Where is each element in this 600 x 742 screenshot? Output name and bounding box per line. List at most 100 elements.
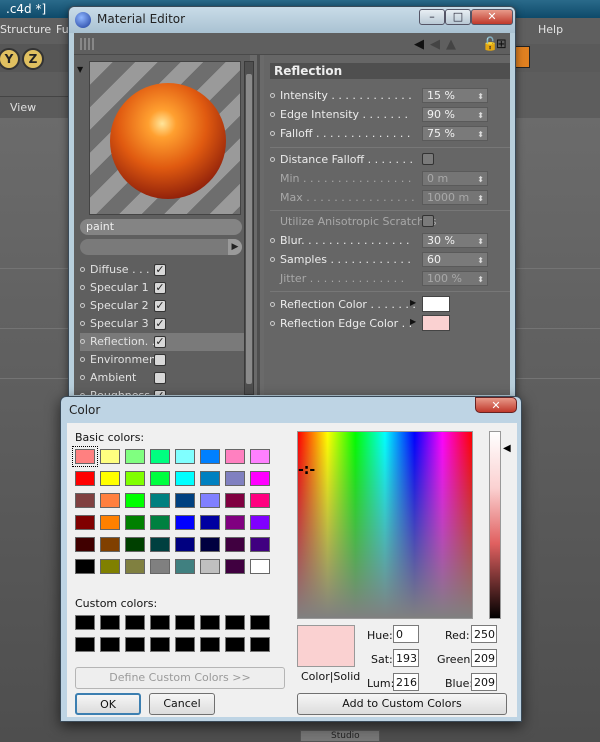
- lum-input[interactable]: 216: [393, 673, 419, 691]
- material-editor-titlebar[interactable]: Material Editor – □ ✕: [69, 7, 515, 33]
- basic-color-swatch[interactable]: [125, 559, 145, 574]
- expand-arrow-icon[interactable]: ▶: [410, 317, 416, 326]
- basic-color-swatch[interactable]: [100, 559, 120, 574]
- spinner-icon[interactable]: ⬍: [477, 273, 484, 286]
- add-to-custom-colors-button[interactable]: Add to Custom Colors: [297, 693, 507, 715]
- pane-divider[interactable]: [257, 55, 260, 395]
- custom-color-swatch[interactable]: [150, 637, 170, 652]
- hue-input[interactable]: 0: [393, 625, 419, 643]
- basic-color-swatch[interactable]: [75, 515, 95, 530]
- green-input[interactable]: 209: [471, 649, 497, 667]
- basic-color-swatch[interactable]: [75, 471, 95, 486]
- basic-color-swatch[interactable]: [250, 537, 270, 552]
- channel-specular-2[interactable]: Specular 2 ✓: [80, 297, 244, 315]
- basic-color-swatch[interactable]: [125, 449, 145, 464]
- arrow-icon[interactable]: ◀: [430, 37, 440, 52]
- channel-checkbox[interactable]: ✓: [154, 336, 166, 348]
- dropdown-arrow-icon[interactable]: ▼: [77, 65, 83, 74]
- basic-color-swatch[interactable]: [100, 515, 120, 530]
- custom-color-swatch[interactable]: [75, 637, 95, 652]
- basic-color-swatch[interactable]: [125, 515, 145, 530]
- blur-field[interactable]: 30 % ⬍: [422, 233, 488, 248]
- channel-checkbox[interactable]: [154, 372, 166, 384]
- basic-color-swatch[interactable]: [100, 471, 120, 486]
- edge-color-swatch[interactable]: [422, 315, 450, 331]
- basic-color-swatch[interactable]: [225, 515, 245, 530]
- studio-tab[interactable]: Studio: [300, 730, 380, 742]
- basic-color-swatch[interactable]: [100, 449, 120, 464]
- basic-color-swatch[interactable]: [150, 471, 170, 486]
- distance-falloff-checkbox[interactable]: [422, 153, 434, 165]
- basic-color-swatch[interactable]: [225, 449, 245, 464]
- channel-specular-1[interactable]: Specular 1 ✓: [80, 279, 244, 297]
- menu-help[interactable]: Help: [538, 23, 563, 36]
- expand-arrow-icon[interactable]: ▶: [410, 298, 416, 307]
- channel-reflection[interactable]: Reflection. . ✓: [80, 333, 244, 351]
- spinner-icon[interactable]: ⬍: [477, 128, 484, 141]
- basic-color-swatch[interactable]: [175, 515, 195, 530]
- material-name-field[interactable]: paint: [80, 219, 242, 235]
- basic-color-swatch[interactable]: [175, 493, 195, 508]
- jitter-field[interactable]: 100 % ⬍: [422, 271, 488, 286]
- left-scrollbar[interactable]: [244, 61, 254, 395]
- scrollbar-thumb[interactable]: [246, 74, 252, 384]
- basic-color-swatch[interactable]: [125, 537, 145, 552]
- channel-roughness[interactable]: Roughness ✓: [80, 387, 244, 395]
- channel-diffuse[interactable]: Diffuse . . . . ✓: [80, 261, 244, 279]
- basic-color-swatch[interactable]: [200, 559, 220, 574]
- custom-color-swatch[interactable]: [150, 615, 170, 630]
- custom-color-swatch[interactable]: [125, 615, 145, 630]
- define-custom-colors-button[interactable]: Define Custom Colors >>: [75, 667, 285, 689]
- slider-arrow-icon[interactable]: ▶: [228, 239, 242, 255]
- basic-color-swatch[interactable]: [125, 493, 145, 508]
- basic-color-swatch[interactable]: [75, 493, 95, 508]
- material-preview[interactable]: [89, 61, 241, 215]
- spinner-icon[interactable]: ⬍: [477, 109, 484, 122]
- basic-color-swatch[interactable]: [150, 515, 170, 530]
- luminance-bar[interactable]: [489, 431, 501, 619]
- basic-color-swatch[interactable]: [150, 493, 170, 508]
- channel-checkbox[interactable]: ✓: [154, 282, 166, 294]
- custom-color-swatch[interactable]: [225, 615, 245, 630]
- custom-color-swatch[interactable]: [225, 637, 245, 652]
- custom-color-swatch[interactable]: [250, 615, 270, 630]
- basic-color-swatch[interactable]: [200, 449, 220, 464]
- basic-color-swatch[interactable]: [175, 559, 195, 574]
- basic-color-swatch[interactable]: [250, 471, 270, 486]
- back-arrow-icon[interactable]: ◀: [414, 37, 424, 52]
- basic-color-swatch[interactable]: [150, 559, 170, 574]
- maximize-button[interactable]: □: [445, 9, 471, 25]
- channel-checkbox[interactable]: [154, 354, 166, 366]
- custom-color-swatch[interactable]: [250, 637, 270, 652]
- basic-color-swatch[interactable]: [200, 493, 220, 508]
- up-arrow-icon[interactable]: ▲: [446, 37, 456, 52]
- luminance-arrow-icon[interactable]: ◀: [503, 443, 511, 454]
- samples-field[interactable]: 60 ⬍: [422, 252, 488, 267]
- basic-color-swatch[interactable]: [175, 449, 195, 464]
- spinner-icon[interactable]: ⬍: [477, 254, 484, 267]
- menu-structure[interactable]: Structure: [0, 23, 51, 36]
- basic-color-swatch[interactable]: [200, 515, 220, 530]
- custom-color-swatch[interactable]: [100, 615, 120, 630]
- basic-color-swatch[interactable]: [175, 537, 195, 552]
- custom-color-swatch[interactable]: [175, 637, 195, 652]
- min-field[interactable]: 0 m ⬍: [422, 171, 488, 186]
- viewport-view-menu[interactable]: View: [0, 96, 70, 118]
- basic-color-swatch[interactable]: [75, 559, 95, 574]
- ok-button[interactable]: OK: [75, 693, 141, 715]
- spinner-icon[interactable]: ⬍: [477, 235, 484, 248]
- channel-specular-3[interactable]: Specular 3 ✓: [80, 315, 244, 333]
- custom-color-swatch[interactable]: [100, 637, 120, 652]
- grip-icon[interactable]: [80, 38, 94, 50]
- basic-color-swatch[interactable]: [72, 446, 98, 467]
- channel-checkbox[interactable]: ✓: [154, 264, 166, 276]
- intensity-field[interactable]: 15 % ⬍: [422, 88, 488, 103]
- spinner-icon[interactable]: ⬍: [477, 192, 484, 205]
- falloff-field[interactable]: 75 % ⬍: [422, 126, 488, 141]
- basic-color-swatch[interactable]: [125, 471, 145, 486]
- blue-input[interactable]: 209: [471, 673, 497, 691]
- aniso-checkbox[interactable]: [422, 215, 434, 227]
- edge-intensity-field[interactable]: 90 % ⬍: [422, 107, 488, 122]
- new-window-icon[interactable]: ⊞: [496, 37, 507, 52]
- basic-color-swatch[interactable]: [175, 471, 195, 486]
